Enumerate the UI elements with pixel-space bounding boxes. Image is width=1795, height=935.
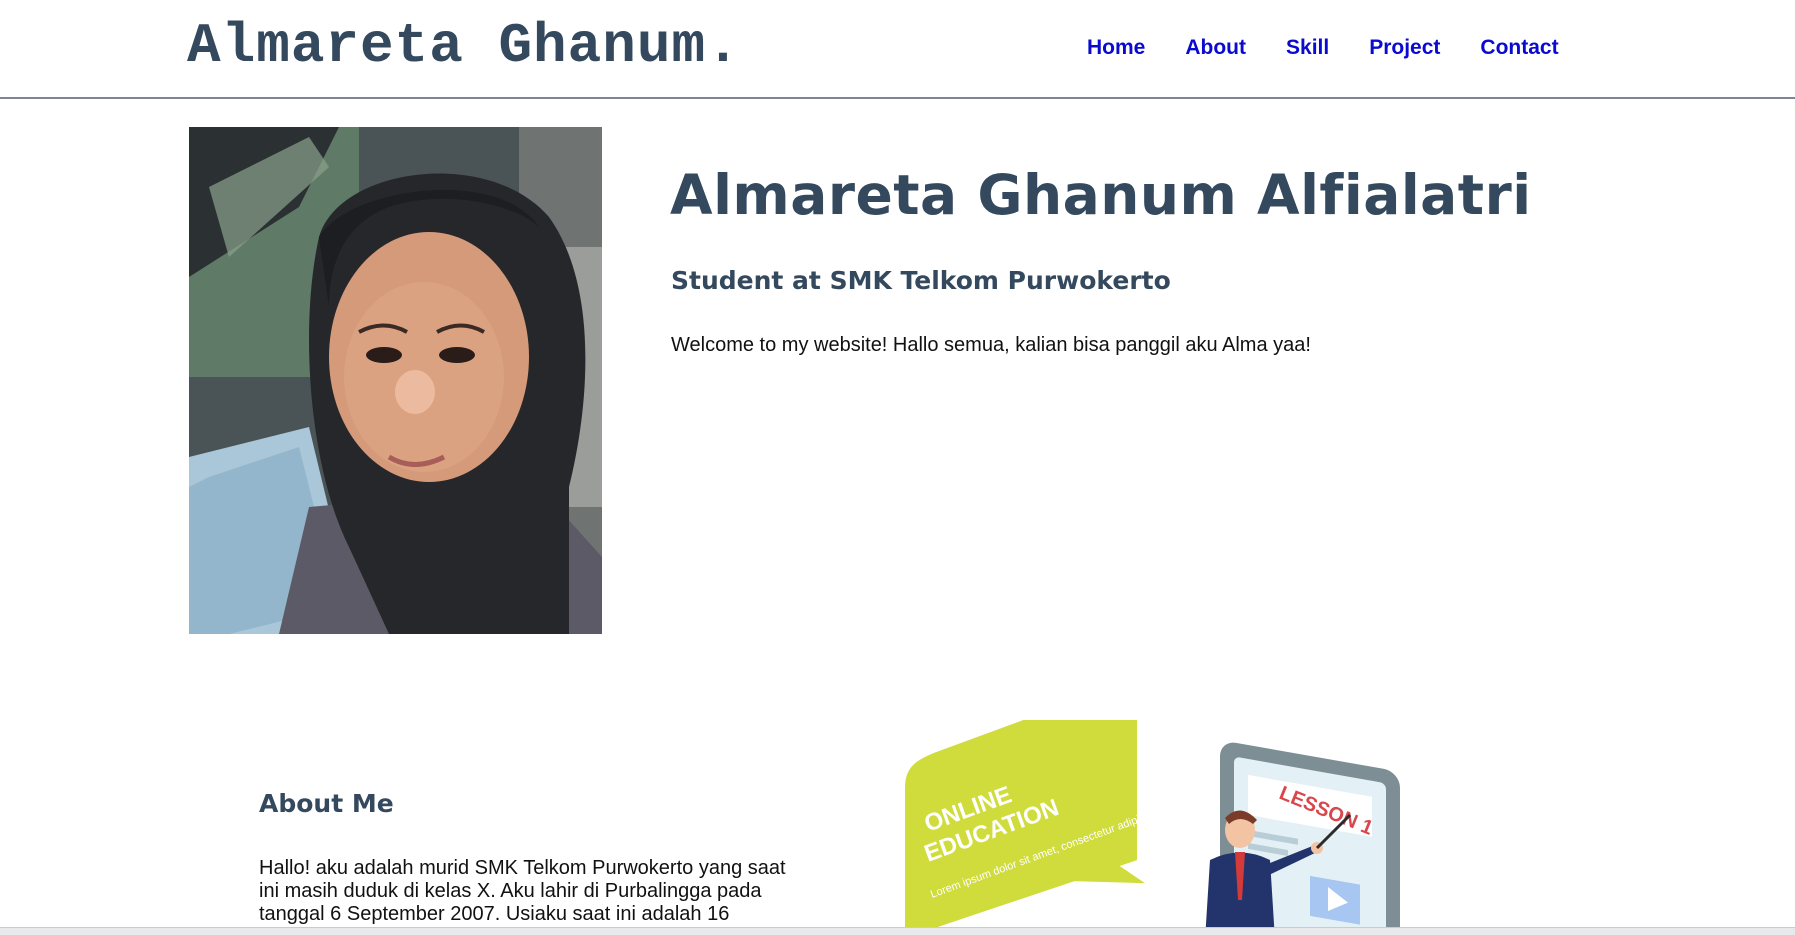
about-title: About Me	[259, 789, 394, 818]
profile-photo	[189, 127, 602, 634]
hero-name: Almareta Ghanum Alfialatri	[670, 163, 1532, 227]
hero-welcome-text: Welcome to my website! Hallo semua, kali…	[671, 334, 1311, 356]
site-brand[interactable]: Almareta Ghanum.	[187, 16, 741, 76]
site-header: Almareta Ghanum. Home About Skill Projec…	[0, 0, 1795, 99]
online-education-illustration: ONLINE EDUCATION Lorem ipsum dolor sit a…	[880, 720, 1580, 930]
nav-contact-link[interactable]: Contact	[1480, 36, 1558, 60]
about-text: Hallo! aku adalah murid SMK Telkom Purwo…	[259, 857, 786, 925]
illustration-drawing: ONLINE EDUCATION Lorem ipsum dolor sit a…	[905, 720, 1423, 930]
hero-subtitle: Student at SMK Telkom Purwokerto	[671, 266, 1171, 295]
nav-about-link[interactable]: About	[1185, 36, 1246, 60]
nav-skill-link[interactable]: Skill	[1286, 36, 1329, 60]
profile-photo-drawing	[189, 127, 602, 634]
nav-project-link[interactable]: Project	[1369, 36, 1440, 60]
horizontal-scrollbar[interactable]	[0, 927, 1795, 935]
nav-home-link[interactable]: Home	[1087, 36, 1145, 60]
main-nav: Home About Skill Project Contact	[1087, 36, 1599, 60]
